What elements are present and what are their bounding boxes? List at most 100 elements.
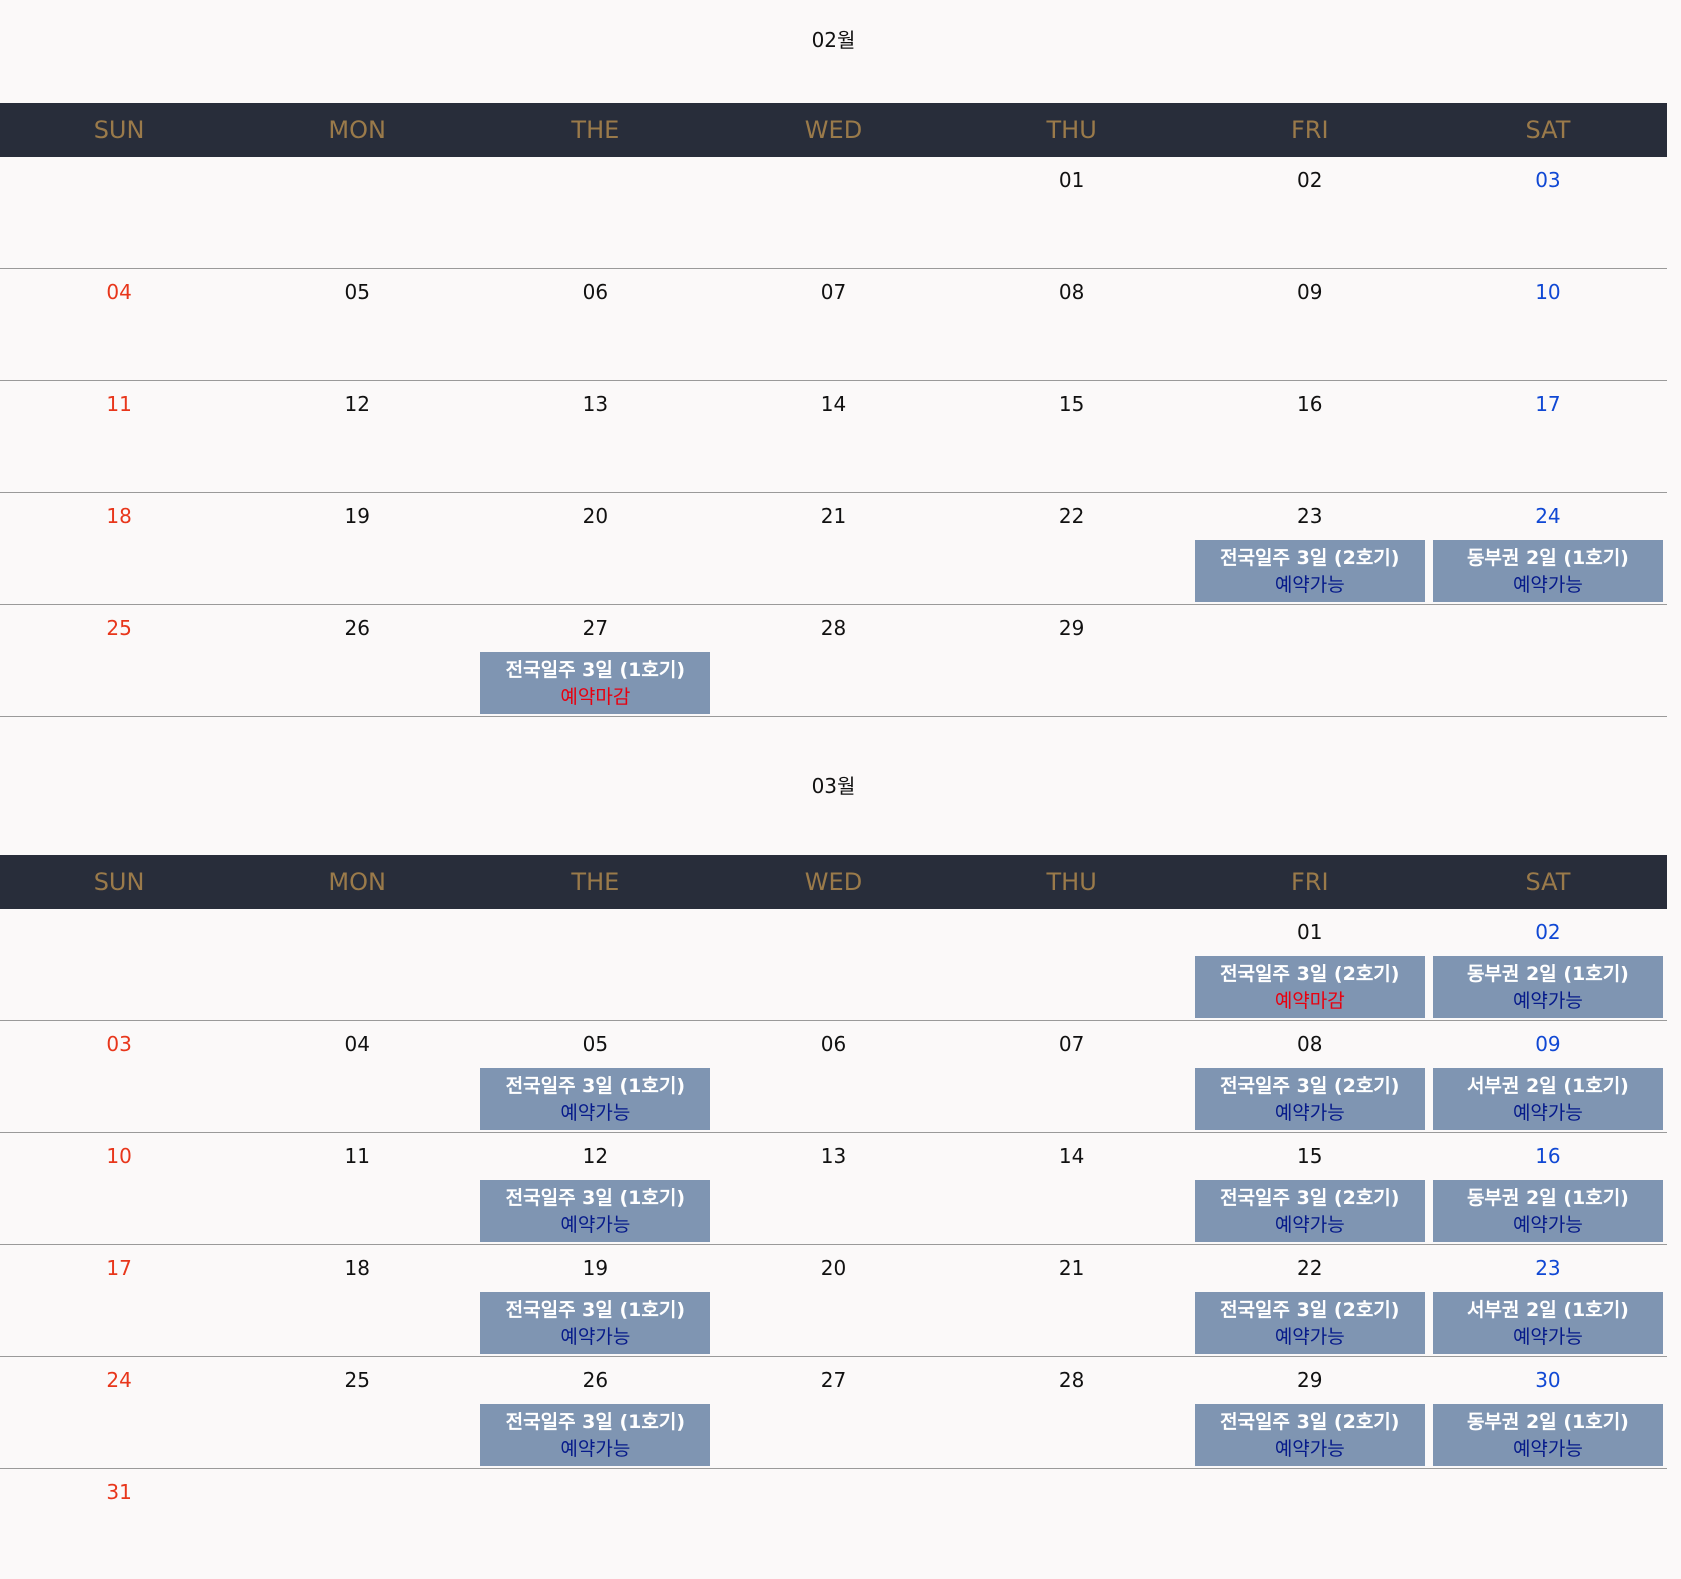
tour-event-button[interactable]: 전국일주 3일 (1호기) 예약가능 bbox=[480, 1068, 711, 1130]
day-cell: 14 bbox=[953, 1133, 1191, 1244]
day-number: 11 bbox=[106, 392, 132, 416]
day-number: 25 bbox=[106, 616, 132, 640]
weekday-label: MON bbox=[328, 868, 386, 896]
day-number: 26 bbox=[582, 1368, 609, 1392]
day-number: 22 bbox=[1058, 504, 1085, 528]
day-cell: 20 bbox=[714, 1245, 952, 1356]
tour-event-button[interactable]: 전국일주 3일 (2호기) 예약가능 bbox=[1194, 1404, 1425, 1466]
tour-event-button[interactable]: 서부권 2일 (1호기) 예약가능 bbox=[1432, 1068, 1663, 1130]
day-number: 12 bbox=[344, 392, 370, 416]
weekday-label: THU bbox=[1046, 116, 1097, 144]
day-cell: 24 동부권 2일 (1호기) 예약가능 bbox=[1429, 493, 1667, 604]
tour-event-button[interactable]: 전국일주 3일 (2호기) 예약가능 bbox=[1194, 1180, 1425, 1242]
day-cell: 13 bbox=[476, 381, 714, 492]
event-title: 전국일주 3일 (1호기) bbox=[505, 1075, 686, 1097]
weekday-label: THE bbox=[571, 868, 620, 896]
day-cell bbox=[1191, 605, 1429, 716]
month-block: 03월 SUN MON THE WED THU FRI SAT 01 전국일주 3일 (2호기) 예… bbox=[0, 717, 1667, 1579]
day-cell: 05 bbox=[238, 269, 476, 380]
day-number: 16 bbox=[1297, 392, 1323, 416]
day-number: 16 bbox=[1535, 1144, 1561, 1168]
event-title: 전국일주 3일 (2호기) bbox=[1220, 963, 1400, 985]
day-cell bbox=[714, 1469, 952, 1579]
week-row: 01 02 03 bbox=[0, 157, 1667, 269]
day-number: 02 bbox=[1297, 168, 1323, 192]
day-number bbox=[238, 1479, 476, 1505]
day-cell: 11 bbox=[0, 381, 238, 492]
day-number bbox=[0, 167, 238, 193]
day-cell bbox=[238, 1469, 476, 1579]
day-number bbox=[953, 1479, 1191, 1505]
event-title: 전국일주 3일 (1호기) bbox=[505, 1299, 686, 1321]
status-available-badge: 예약가능 bbox=[560, 1326, 631, 1348]
day-cell: 01 전국일주 3일 (2호기) 예약마감 bbox=[1191, 909, 1429, 1020]
tour-event-button[interactable]: 동부권 2일 (1호기) 예약가능 bbox=[1432, 956, 1663, 1018]
tour-event-button[interactable]: 동부권 2일 (1호기) 예약가능 bbox=[1432, 1180, 1663, 1242]
day-number: 27 bbox=[582, 616, 609, 640]
tour-event-button[interactable]: 전국일주 3일 (2호기) 예약가능 bbox=[1194, 540, 1425, 602]
day-cell: 28 bbox=[714, 605, 952, 716]
day-cell: 05 전국일주 3일 (1호기) 예약가능 bbox=[476, 1021, 714, 1132]
day-cell bbox=[0, 157, 238, 268]
week-row: 31 bbox=[0, 1469, 1667, 1579]
day-number: 28 bbox=[1058, 1368, 1085, 1392]
tour-event-button[interactable]: 전국일주 3일 (1호기) 예약가능 bbox=[480, 1404, 711, 1466]
day-cell: 23 서부권 2일 (1호기) 예약가능 bbox=[1429, 1245, 1667, 1356]
day-number: 05 bbox=[344, 280, 370, 304]
weekday-label: WED bbox=[804, 116, 863, 144]
day-cell: 20 bbox=[476, 493, 714, 604]
day-cell: 12 전국일주 3일 (1호기) 예약가능 bbox=[476, 1133, 714, 1244]
day-number: 13 bbox=[582, 392, 609, 416]
day-number: 03 bbox=[1535, 168, 1561, 192]
day-number: 11 bbox=[344, 1144, 370, 1168]
day-number: 09 bbox=[1535, 1032, 1561, 1056]
day-cell: 21 bbox=[953, 1245, 1191, 1356]
day-cell: 16 bbox=[1191, 381, 1429, 492]
day-cell: 26 전국일주 3일 (1호기) 예약가능 bbox=[476, 1357, 714, 1468]
calendar: 02월 SUN MON THE WED THU FRI SAT 01 02 03 04 05 06 07 08… bbox=[0, 0, 1667, 1579]
status-available-badge: 예약가능 bbox=[1512, 1326, 1583, 1348]
tour-event-button[interactable]: 전국일주 3일 (1호기) 예약마감 bbox=[480, 652, 711, 714]
weekday-label: FRI bbox=[1290, 868, 1329, 896]
day-cell: 14 bbox=[714, 381, 952, 492]
weekday-label: SUN bbox=[93, 116, 145, 144]
status-available-badge: 예약가능 bbox=[1274, 574, 1345, 596]
tour-event-button[interactable]: 전국일주 3일 (1호기) 예약가능 bbox=[480, 1292, 711, 1354]
day-cell bbox=[238, 157, 476, 268]
day-number: 25 bbox=[344, 1368, 370, 1392]
tour-event-button[interactable]: 전국일주 3일 (2호기) 예약마감 bbox=[1194, 956, 1425, 1018]
tour-event-button[interactable]: 서부권 2일 (1호기) 예약가능 bbox=[1432, 1292, 1663, 1354]
day-number: 23 bbox=[1535, 1256, 1561, 1280]
tour-event-button[interactable]: 전국일주 3일 (2호기) 예약가능 bbox=[1194, 1068, 1425, 1130]
day-number bbox=[953, 919, 1191, 945]
day-number: 29 bbox=[1058, 616, 1085, 640]
status-closed-badge: 예약마감 bbox=[560, 686, 631, 708]
day-number: 20 bbox=[820, 1256, 847, 1280]
day-number: 06 bbox=[582, 280, 609, 304]
day-cell bbox=[476, 1469, 714, 1579]
day-number: 07 bbox=[1058, 1032, 1085, 1056]
tour-event-button[interactable]: 전국일주 3일 (1호기) 예약가능 bbox=[480, 1180, 711, 1242]
day-number bbox=[714, 1479, 952, 1505]
day-cell bbox=[476, 157, 714, 268]
status-available-badge: 예약가능 bbox=[560, 1102, 631, 1124]
day-cell: 26 bbox=[238, 605, 476, 716]
status-available-badge: 예약가능 bbox=[1512, 1102, 1583, 1124]
day-number bbox=[476, 919, 714, 945]
tour-event-button[interactable]: 동부권 2일 (1호기) 예약가능 bbox=[1432, 540, 1663, 602]
day-number bbox=[238, 919, 476, 945]
tour-event-button[interactable]: 전국일주 3일 (2호기) 예약가능 bbox=[1194, 1292, 1425, 1354]
day-number bbox=[0, 919, 238, 945]
day-number: 01 bbox=[1297, 920, 1323, 944]
month-title: 03월 bbox=[811, 774, 856, 798]
day-number: 26 bbox=[344, 616, 370, 640]
weekday-label: WED bbox=[804, 868, 863, 896]
event-title: 서부권 2일 (1호기) bbox=[1466, 1075, 1629, 1097]
weekday-label: MON bbox=[328, 116, 386, 144]
event-title: 전국일주 3일 (2호기) bbox=[1220, 1411, 1400, 1433]
tour-event-button[interactable]: 동부권 2일 (1호기) 예약가능 bbox=[1432, 1404, 1663, 1466]
status-available-badge: 예약가능 bbox=[1274, 1102, 1345, 1124]
event-title: 전국일주 3일 (1호기) bbox=[505, 1187, 686, 1209]
day-number bbox=[1429, 1479, 1667, 1505]
day-cell bbox=[714, 909, 952, 1020]
